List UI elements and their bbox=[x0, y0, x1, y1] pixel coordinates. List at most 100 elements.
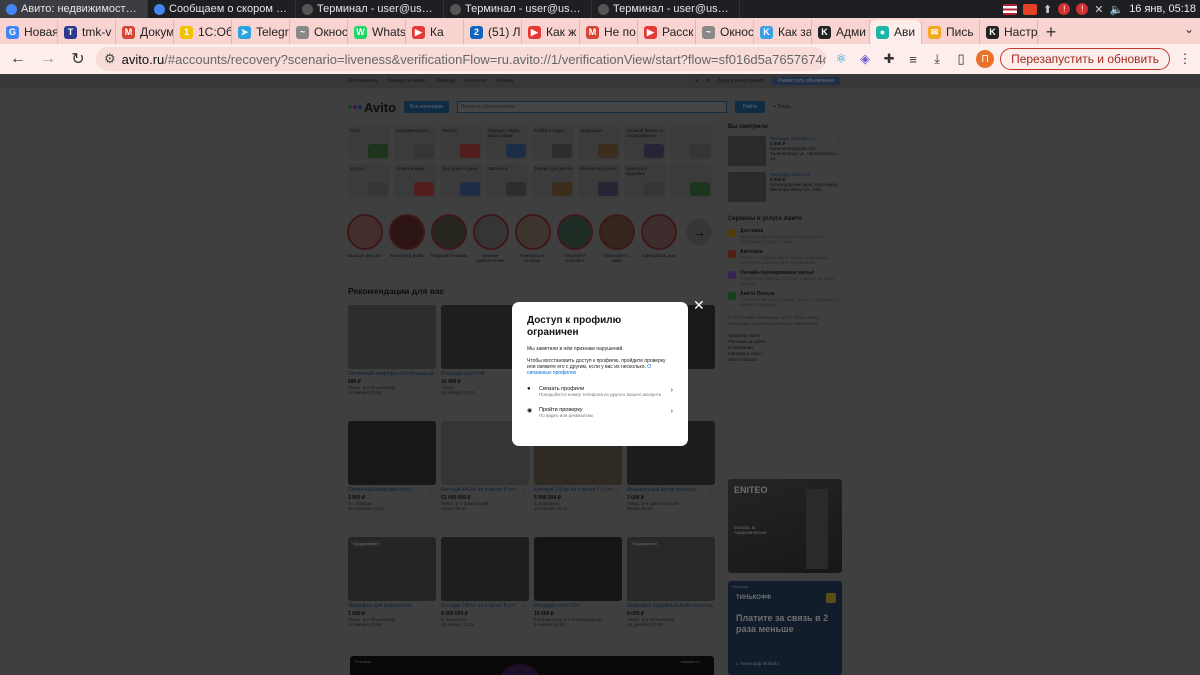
browser-tab-14[interactable]: K Адми bbox=[812, 20, 870, 44]
extensions-puzzle-icon[interactable]: ✚ bbox=[880, 50, 898, 68]
tab-label: (51) Л bbox=[488, 25, 521, 39]
tab-favicon-icon: W bbox=[354, 25, 367, 39]
taskbar-window-4[interactable]: Терминал - user@user-oem... bbox=[592, 0, 740, 18]
modal-close-icon[interactable]: ✕ bbox=[693, 298, 705, 312]
tab-favicon-icon: ● bbox=[876, 25, 889, 39]
system-tray: ⬆ ! ! ✕ 🔈 16 янв, 05:18 bbox=[1003, 0, 1196, 18]
browser-tab-4[interactable]: ➤ Telegr bbox=[232, 20, 290, 44]
tab-favicon-icon: M bbox=[122, 25, 135, 39]
tab-label: Расск bbox=[662, 25, 694, 39]
tab-label: Whats bbox=[372, 25, 406, 39]
link-profiles-option[interactable]: ● Связать профили Понадобится номер теле… bbox=[527, 386, 673, 397]
relaunch-update-button[interactable]: Перезапустить и обновить bbox=[1000, 48, 1170, 70]
alert-icon[interactable]: ! bbox=[1058, 3, 1071, 15]
browser-tab-16[interactable]: ✉ Пись bbox=[922, 20, 980, 44]
download-icon[interactable]: ⤓ bbox=[928, 50, 946, 68]
tab-favicon-icon: K bbox=[818, 25, 831, 39]
taskbar-window-2[interactable]: Терминал - user@user-oem... bbox=[296, 0, 444, 18]
browser-tab-3[interactable]: 1 1С:Об bbox=[174, 20, 232, 44]
window-title: Терминал - user@user-oem... bbox=[465, 3, 585, 15]
taskbar-window-1[interactable]: Сообщаем о скором удале... bbox=[148, 0, 296, 18]
tab-favicon-icon: T bbox=[64, 25, 77, 39]
app-icon bbox=[302, 3, 313, 15]
tab-label: Как за bbox=[778, 25, 812, 39]
reload-button[interactable]: ↻ bbox=[66, 47, 90, 71]
tab-favicon-icon: ➤ bbox=[238, 25, 251, 39]
site-info-icon[interactable]: ⚙ bbox=[104, 51, 116, 67]
browser-tab-15[interactable]: ●Ави✕ bbox=[870, 20, 922, 44]
chevron-right-icon: › bbox=[670, 387, 673, 394]
forward-button[interactable]: → bbox=[36, 47, 60, 71]
tab-favicon-icon: ▶ bbox=[412, 25, 425, 39]
alert-icon-2[interactable]: ! bbox=[1076, 3, 1089, 15]
tab-label: Не по bbox=[604, 25, 636, 39]
react-devtools-icon[interactable]: ⚛ bbox=[832, 50, 850, 68]
keyboard-layout-flag-icon[interactable] bbox=[1003, 3, 1018, 15]
tab-favicon-icon: ~ bbox=[296, 25, 309, 39]
tab-favicon-icon: ▶ bbox=[528, 25, 541, 39]
tab-label: Адми bbox=[836, 25, 866, 39]
browser-tab-strip: G Новая Ttmk-v M Докум 1 1С:Об ➤ Telegr ~ Окнос W Wh… bbox=[0, 18, 1200, 44]
extension-icon[interactable]: ◈ bbox=[856, 50, 874, 68]
window-title: Терминал - user@user-oem... bbox=[613, 3, 733, 15]
new-tab-button[interactable]: + bbox=[1038, 20, 1064, 44]
browser-tab-8[interactable]: 2 (51) Л bbox=[464, 20, 522, 44]
window-title: Авито: недвижимость, тра... bbox=[21, 3, 141, 15]
app-icon bbox=[6, 3, 17, 15]
tab-label: Telegr bbox=[256, 25, 289, 39]
browser-tab-9[interactable]: ▶ Как ж bbox=[522, 20, 580, 44]
browser-tab-10[interactable]: M Не по bbox=[580, 20, 638, 44]
option-subtitle: Понадобится номер телефона из другого ва… bbox=[539, 392, 662, 397]
back-button[interactable]: ← bbox=[6, 47, 30, 71]
profile-avatar[interactable]: П bbox=[976, 50, 995, 68]
browser-tab-17[interactable]: K Настр bbox=[980, 20, 1038, 44]
anydesk-icon[interactable] bbox=[1023, 3, 1038, 15]
tab-label: tmk-v bbox=[82, 25, 112, 39]
restricted-access-modal: Доступ к профилю ограничен Мы заметили в… bbox=[512, 302, 688, 446]
browser-tab-0[interactable]: G Новая bbox=[0, 20, 58, 44]
browser-tab-11[interactable]: ▶ Расск bbox=[638, 20, 696, 44]
tab-search-icon[interactable]: ⌄ bbox=[1184, 22, 1194, 36]
tab-favicon-icon: K bbox=[760, 25, 773, 39]
browser-tab-13[interactable]: K Как за bbox=[754, 20, 812, 44]
address-bar[interactable]: ⚙ avito.ru/#accounts/recovery?scenario=l… bbox=[96, 47, 827, 71]
tab-label: Настр bbox=[1004, 25, 1038, 39]
tab-favicon-icon: M bbox=[586, 25, 599, 39]
side-panel-icon[interactable]: ▯ bbox=[952, 50, 970, 68]
window-title: Терминал - user@user-oem... bbox=[317, 3, 437, 15]
tab-label: Окнос bbox=[314, 25, 348, 39]
tab-favicon-icon: ~ bbox=[702, 25, 715, 39]
url-host: avito.ru bbox=[121, 51, 165, 67]
page-viewport: Для бизнесаКарьера в АвитоПомощьКаталоги… bbox=[0, 74, 1200, 675]
check-shield-icon: ◉ bbox=[527, 408, 533, 414]
media-controls-icon[interactable]: ≡ bbox=[904, 50, 922, 68]
chevron-right-icon: › bbox=[670, 408, 673, 415]
option-subtitle: По видео или реквизитам bbox=[539, 413, 593, 418]
taskbar-window-3[interactable]: Терминал - user@user-oem... bbox=[444, 0, 592, 18]
app-icon bbox=[598, 3, 609, 15]
browser-tab-7[interactable]: ▶ Ка bbox=[406, 20, 464, 44]
browser-tab-12[interactable]: ~ Окнос bbox=[696, 20, 754, 44]
chrome-menu-icon[interactable]: ⋮ bbox=[1176, 50, 1194, 68]
modal-text-2-body: Чтобы восстановить доступ к профилю, про… bbox=[527, 358, 666, 370]
pass-verification-option[interactable]: ◉ Пройти проверку По видео или реквизита… bbox=[527, 407, 673, 418]
tab-favicon-icon: 2 bbox=[470, 25, 483, 39]
tab-label: Новая bbox=[24, 25, 58, 39]
taskbar-window-0[interactable]: Авито: недвижимость, тра... bbox=[0, 0, 148, 18]
modal-text-1: Мы заметили в нём признаки нарушений. bbox=[527, 346, 624, 352]
person-icon: ● bbox=[527, 386, 531, 392]
browser-tab-1[interactable]: Ttmk-v bbox=[58, 20, 116, 44]
tab-favicon-icon: K bbox=[986, 25, 999, 39]
url-path: /#accounts/recovery?scenario=liveness&ve… bbox=[164, 51, 827, 67]
tab-label: Ави bbox=[894, 25, 916, 39]
browser-tab-6[interactable]: W Whats bbox=[348, 20, 406, 44]
volume-icon[interactable]: 🔈 bbox=[1109, 3, 1123, 16]
tab-label: Как ж bbox=[546, 25, 577, 39]
clock[interactable]: 16 янв, 05:18 bbox=[1129, 3, 1196, 15]
browser-tab-2[interactable]: M Докум bbox=[116, 20, 174, 44]
network-off-icon[interactable]: ✕ bbox=[1094, 3, 1103, 16]
update-icon[interactable]: ⬆ bbox=[1043, 3, 1052, 16]
browser-tab-5[interactable]: ~ Окнос bbox=[290, 20, 348, 44]
tab-label: Окнос bbox=[720, 25, 754, 39]
window-title: Сообщаем о скором удале... bbox=[169, 3, 289, 15]
